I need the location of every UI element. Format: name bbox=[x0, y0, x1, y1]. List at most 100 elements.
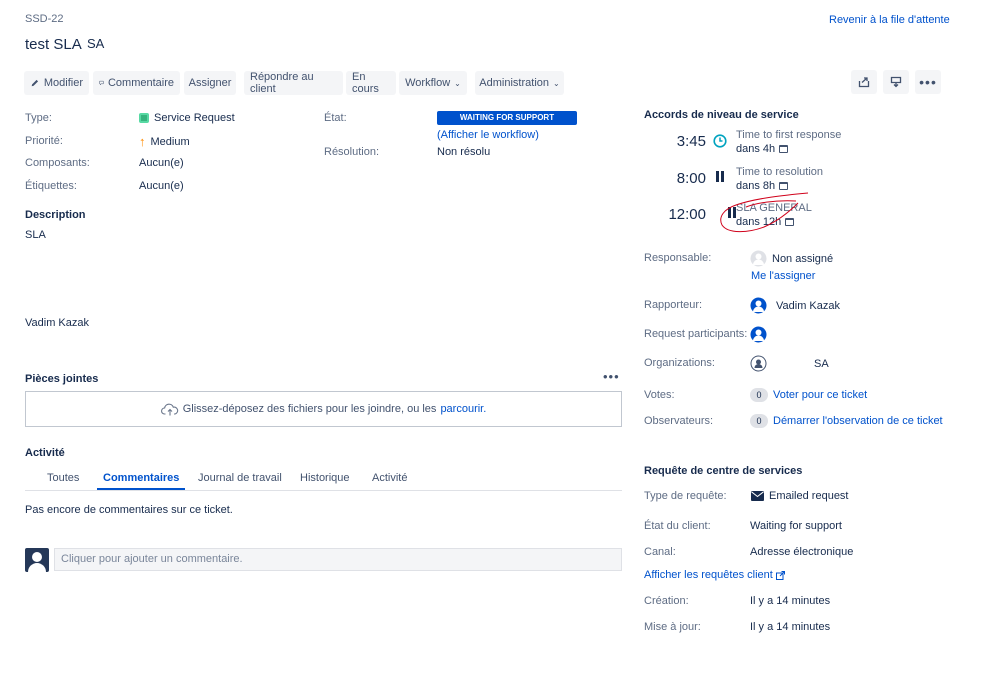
request-type-label: Type de requête: bbox=[644, 490, 727, 502]
watchers-value: 0 Démarrer l'observation de ce ticket bbox=[750, 414, 943, 428]
tabs-divider bbox=[25, 490, 622, 491]
sla-time-general: 12:00 bbox=[668, 206, 706, 223]
service-request-heading: Requête de centre de services bbox=[644, 465, 803, 477]
start-watching-link[interactable]: Démarrer l'observation de ce ticket bbox=[773, 415, 943, 427]
status-badge[interactable]: WAITING FOR SUPPORT bbox=[437, 111, 577, 125]
description-text[interactable]: SLA bbox=[25, 229, 46, 241]
pause-icon bbox=[716, 171, 725, 182]
assign-to-me-link[interactable]: Me l'assigner bbox=[751, 270, 815, 282]
edit-button[interactable]: Modifier bbox=[24, 71, 89, 95]
tab-history[interactable]: Historique bbox=[300, 472, 350, 490]
status-label: État: bbox=[324, 112, 347, 124]
clock-icon bbox=[713, 134, 727, 148]
tab-work-log[interactable]: Journal de travail bbox=[198, 472, 282, 490]
cloud-upload-icon bbox=[160, 403, 178, 415]
add-comment-input[interactable]: Cliquer pour ajouter un commentaire. bbox=[54, 548, 622, 571]
attachment-dropzone[interactable]: Glissez-déposez des fichiers pour les jo… bbox=[25, 391, 622, 427]
votes-count-badge: 0 bbox=[750, 388, 768, 402]
organization-value[interactable]: SA bbox=[814, 358, 829, 370]
labels-label: Étiquettes: bbox=[25, 180, 77, 192]
resolution-value: Non résolu bbox=[437, 146, 491, 158]
envelope-icon bbox=[751, 491, 764, 501]
priority-value: ↑ Medium bbox=[139, 134, 190, 149]
sla-heading: Accords de niveau de service bbox=[644, 109, 799, 121]
no-comments-text: Pas encore de commentaires sur ce ticket… bbox=[25, 504, 233, 516]
votes-label: Votes: bbox=[644, 389, 675, 401]
view-customer-requests-link[interactable]: Afficher les requêtes client bbox=[644, 569, 785, 581]
tab-activity[interactable]: Activité bbox=[372, 472, 407, 490]
sla-time-first-response: 3:45 bbox=[676, 133, 706, 150]
reporter-label: Rapporteur: bbox=[644, 299, 703, 311]
priority-medium-icon: ↑ bbox=[139, 134, 146, 149]
in-progress-button[interactable]: En cours bbox=[346, 71, 396, 95]
description-signature[interactable]: Vadim Kazak bbox=[25, 317, 89, 329]
show-workflow-link[interactable]: (Afficher le workflow) bbox=[437, 129, 539, 141]
current-user-avatar bbox=[25, 548, 49, 572]
more-actions-button[interactable]: ••• bbox=[915, 70, 941, 94]
components-label: Composants: bbox=[25, 157, 90, 169]
browse-link[interactable]: parcourir. bbox=[440, 403, 486, 415]
chevron-down-icon: ⌄ bbox=[553, 78, 560, 88]
assignee-value: Non assigné bbox=[750, 250, 833, 267]
reply-to-customer-button[interactable]: Répondre au client bbox=[244, 71, 343, 95]
tab-all[interactable]: Toutes bbox=[47, 472, 79, 490]
description-heading: Description bbox=[25, 209, 86, 221]
updated-value: Il y a 14 minutes bbox=[750, 621, 831, 633]
votes-value: 0 Voter pour ce ticket bbox=[750, 388, 867, 402]
priority-label: Priorité: bbox=[25, 135, 63, 147]
assignee-label: Responsable: bbox=[644, 252, 712, 264]
user-icon bbox=[28, 552, 46, 572]
created-label: Création: bbox=[644, 595, 689, 607]
created-value: Il y a 14 minutes bbox=[750, 595, 831, 607]
comment-icon bbox=[99, 80, 104, 86]
organizations-label: Organizations: bbox=[644, 357, 715, 369]
watchers-label: Observateurs: bbox=[644, 415, 714, 427]
reporter-value[interactable]: Vadim Kazak bbox=[750, 297, 840, 314]
chevron-down-icon: ⌄ bbox=[454, 78, 461, 88]
sla-due-first-response: dans 4h bbox=[736, 143, 789, 155]
comment-button[interactable]: Commentaire bbox=[93, 71, 180, 95]
client-state-value: Waiting for support bbox=[750, 520, 842, 532]
share-icon bbox=[858, 77, 870, 88]
type-value: Service Request bbox=[139, 112, 235, 124]
channel-label: Canal: bbox=[644, 546, 676, 558]
attachments-more-icon[interactable]: ••• bbox=[603, 370, 620, 383]
sla-name-first-response: Time to first response bbox=[736, 129, 842, 141]
back-to-queue-link[interactable]: Revenir à la file d'attente bbox=[829, 14, 950, 26]
calendar-icon bbox=[779, 145, 789, 153]
type-label: Type: bbox=[25, 112, 52, 124]
red-scribble-annotation bbox=[720, 192, 809, 233]
tab-comments[interactable]: Commentaires bbox=[97, 472, 186, 490]
pencil-icon bbox=[31, 79, 39, 87]
user-avatar-icon bbox=[750, 297, 767, 314]
organization-icon bbox=[750, 355, 767, 372]
watchers-count-badge: 0 bbox=[750, 414, 768, 428]
labels-value: Aucun(e) bbox=[139, 180, 184, 192]
channel-value: Adresse électronique bbox=[750, 546, 854, 558]
sla-name-resolution: Time to resolution bbox=[736, 166, 824, 178]
assign-button[interactable]: Assigner bbox=[184, 71, 236, 95]
external-link-icon bbox=[775, 570, 785, 580]
issue-org: SA bbox=[87, 36, 105, 51]
vote-link[interactable]: Voter pour ce ticket bbox=[773, 389, 867, 401]
share-button[interactable] bbox=[851, 70, 877, 94]
workflow-dropdown[interactable]: Workflow ⌄ bbox=[399, 71, 467, 95]
resolution-label: Résolution: bbox=[324, 146, 380, 158]
updated-label: Mise à jour: bbox=[644, 621, 701, 633]
request-type-value[interactable]: Emailed request bbox=[751, 490, 849, 502]
administration-dropdown[interactable]: Administration ⌄ bbox=[475, 71, 564, 95]
unassigned-avatar-icon bbox=[750, 250, 767, 267]
export-button[interactable] bbox=[883, 70, 909, 94]
participants-label: Request participants: bbox=[644, 328, 748, 340]
export-icon bbox=[890, 76, 902, 88]
activity-heading: Activité bbox=[25, 447, 65, 459]
client-state-label: État du client: bbox=[644, 520, 711, 532]
participant-avatar-icon[interactable] bbox=[750, 326, 767, 343]
components-value: Aucun(e) bbox=[139, 157, 184, 169]
issue-key[interactable]: SSD-22 bbox=[25, 13, 64, 25]
service-request-icon bbox=[139, 113, 149, 123]
attachments-heading: Pièces jointes bbox=[25, 373, 99, 385]
more-icon: ••• bbox=[919, 74, 937, 90]
sla-time-resolution: 8:00 bbox=[676, 170, 706, 187]
issue-title[interactable]: test SLA bbox=[25, 36, 82, 53]
